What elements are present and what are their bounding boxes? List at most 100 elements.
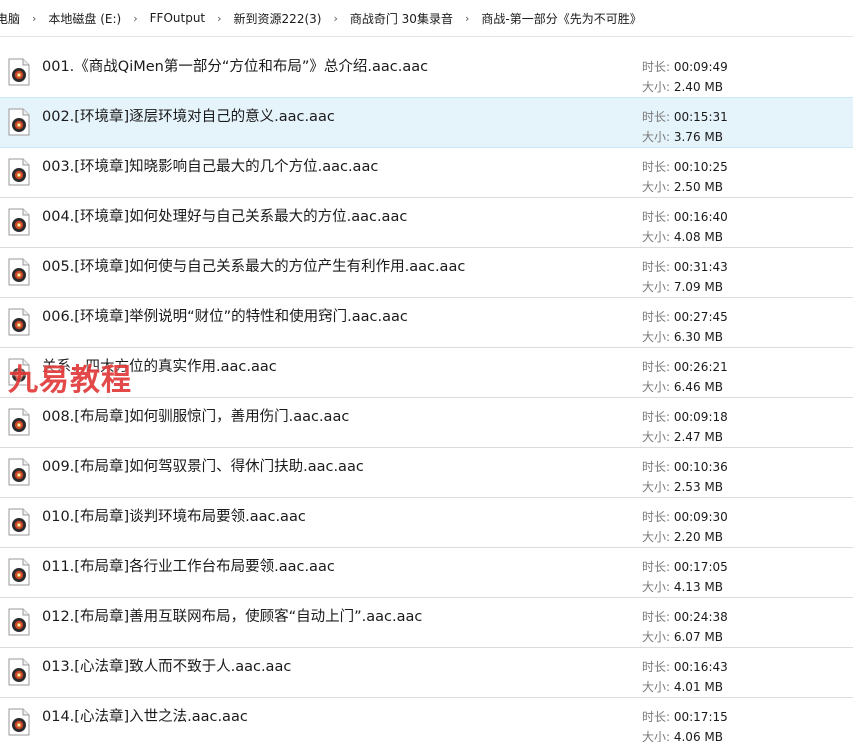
breadcrumb-chevron-icon[interactable]: › [125, 12, 145, 25]
breadcrumb: 电脑›本地磁盘 (E:)›FFOutput›新到资源222(3)›商战奇门 30… [0, 0, 853, 37]
duration-value: 00:09:18 [673, 410, 728, 424]
file-row[interactable]: 008.[布局章]如何驯服惊门，善用伤门.aac.aac 时长: 00:09:1… [0, 398, 853, 448]
file-size: 大小: 4.01 MB [642, 678, 723, 695]
duration-label: 时长: [642, 210, 674, 224]
duration: 时长: 00:16:43 [642, 658, 728, 675]
duration-value: 00:26:21 [673, 360, 728, 374]
duration-label: 时长: [642, 610, 674, 624]
breadcrumb-chevron-icon[interactable]: › [325, 12, 345, 25]
breadcrumb-chevron-icon[interactable]: › [24, 12, 44, 25]
duration: 时长: 00:17:05 [642, 558, 728, 575]
size-value: 4.08 MB [673, 230, 723, 244]
duration-value: 00:31:43 [673, 260, 728, 274]
size-value: 4.13 MB [673, 580, 723, 594]
file-row[interactable]: 001.《商战QiMen第一部分“方位和布局”》总介绍.aac.aac 时长: … [0, 48, 853, 98]
file-size: 大小: 7.09 MB [642, 278, 723, 295]
breadcrumb-item[interactable]: 商战奇门 30集录音 [346, 10, 457, 27]
file-list: 001.《商战QiMen第一部分“方位和布局”》总介绍.aac.aac 时长: … [0, 48, 853, 742]
file-size: 大小: 4.13 MB [642, 578, 723, 595]
duration-value: 00:24:38 [673, 610, 728, 624]
file-name: 002.[环境章]逐层环境对自己的意义.aac.aac [42, 109, 335, 125]
breadcrumb-chevron-icon[interactable]: › [457, 12, 477, 25]
file-size: 大小: 6.07 MB [642, 628, 723, 645]
duration: 时长: 00:09:49 [642, 58, 728, 75]
duration-value: 00:17:05 [673, 560, 728, 574]
file-name: 005.[环境章]如何使与自己关系最大的方位产生有利作用.aac.aac [42, 259, 466, 275]
file-row[interactable]: 014.[心法章]入世之法.aac.aac 时长: 00:17:15 大小: 4… [0, 698, 853, 742]
duration-label: 时长: [642, 410, 674, 424]
duration: 时长: 00:09:30 [642, 508, 728, 525]
file-size: 大小: 3.76 MB [642, 128, 723, 145]
duration: 时长: 00:16:40 [642, 208, 728, 225]
file-size: 大小: 4.06 MB [642, 728, 723, 742]
file-row[interactable]: 011.[布局章]各行业工作台布局要领.aac.aac 时长: 00:17:05… [0, 548, 853, 598]
audio-file-icon [8, 508, 30, 536]
size-value: 7.09 MB [673, 280, 723, 294]
size-label: 大小: [642, 330, 674, 344]
file-name: 009.[布局章]如何驾驭景门、得休门扶助.aac.aac [42, 459, 364, 475]
duration: 时长: 00:17:15 [642, 708, 728, 725]
breadcrumb-chevron-icon[interactable]: › [209, 12, 229, 25]
file-name: 011.[布局章]各行业工作台布局要领.aac.aac [42, 559, 335, 575]
duration: 时长: 00:09:18 [642, 408, 728, 425]
size-value: 4.06 MB [673, 730, 723, 742]
duration-value: 00:10:36 [673, 460, 728, 474]
file-size: 大小: 6.30 MB [642, 328, 723, 345]
duration-label: 时长: [642, 460, 674, 474]
size-value: 3.76 MB [673, 130, 723, 144]
size-label: 大小: [642, 530, 674, 544]
file-row[interactable]: 关系、四大方位的真实作用.aac.aac 时长: 00:26:21 大小: 6.… [0, 348, 853, 398]
size-label: 大小: [642, 280, 674, 294]
size-label: 大小: [642, 380, 674, 394]
size-value: 6.46 MB [673, 380, 723, 394]
duration: 时长: 00:15:31 [642, 108, 728, 125]
audio-file-icon [8, 58, 30, 86]
breadcrumb-item[interactable]: 商战-第一部分《先为不可胜》 [477, 10, 645, 27]
size-value: 2.50 MB [673, 180, 723, 194]
file-name: 008.[布局章]如何驯服惊门，善用伤门.aac.aac [42, 409, 350, 425]
audio-file-icon [8, 458, 30, 486]
file-size: 大小: 6.46 MB [642, 378, 723, 395]
breadcrumb-item[interactable]: 本地磁盘 (E:) [44, 10, 125, 27]
size-label: 大小: [642, 130, 674, 144]
breadcrumb-item[interactable]: FFOutput [146, 11, 210, 25]
file-row[interactable]: 004.[环境章]如何处理好与自己关系最大的方位.aac.aac 时长: 00:… [0, 198, 853, 248]
file-name: 010.[布局章]谈判环境布局要领.aac.aac [42, 509, 306, 525]
file-row[interactable]: 012.[布局章]善用互联网布局，使顾客“自动上门”.aac.aac 时长: 0… [0, 598, 853, 648]
duration-value: 00:16:40 [673, 210, 728, 224]
file-row[interactable]: 006.[环境章]举例说明“财位”的特性和使用窍门.aac.aac 时长: 00… [0, 298, 853, 348]
duration-label: 时长: [642, 660, 674, 674]
file-row[interactable]: 009.[布局章]如何驾驭景门、得休门扶助.aac.aac 时长: 00:10:… [0, 448, 853, 498]
file-row[interactable]: 002.[环境章]逐层环境对自己的意义.aac.aac 时长: 00:15:31… [0, 97, 853, 148]
size-label: 大小: [642, 180, 674, 194]
duration-label: 时长: [642, 110, 674, 124]
size-value: 2.20 MB [673, 530, 723, 544]
duration-value: 00:09:49 [673, 60, 728, 74]
size-value: 6.07 MB [673, 630, 723, 644]
duration-value: 00:16:43 [673, 660, 728, 674]
duration-label: 时长: [642, 310, 674, 324]
breadcrumb-item[interactable]: 电脑 [0, 10, 24, 27]
duration: 时长: 00:10:36 [642, 458, 728, 475]
duration-label: 时长: [642, 60, 674, 74]
file-name: 014.[心法章]入世之法.aac.aac [42, 709, 248, 725]
duration-value: 00:27:45 [673, 310, 728, 324]
size-label: 大小: [642, 430, 674, 444]
audio-file-icon [8, 158, 30, 186]
duration-value: 00:10:25 [673, 160, 728, 174]
file-row[interactable]: 005.[环境章]如何使与自己关系最大的方位产生有利作用.aac.aac 时长:… [0, 248, 853, 298]
size-label: 大小: [642, 80, 674, 94]
duration-value: 00:09:30 [673, 510, 728, 524]
file-row[interactable]: 003.[环境章]知晓影响自己最大的几个方位.aac.aac 时长: 00:10… [0, 148, 853, 198]
audio-file-icon [8, 558, 30, 586]
file-size: 大小: 2.40 MB [642, 78, 723, 95]
duration-label: 时长: [642, 260, 674, 274]
duration: 时长: 00:27:45 [642, 308, 728, 325]
file-row[interactable]: 013.[心法章]致人而不致于人.aac.aac 时长: 00:16:43 大小… [0, 648, 853, 698]
file-name: 关系、四大方位的真实作用.aac.aac [42, 359, 277, 375]
size-label: 大小: [642, 480, 674, 494]
size-label: 大小: [642, 630, 674, 644]
size-value: 6.30 MB [673, 330, 723, 344]
breadcrumb-item[interactable]: 新到资源222(3) [230, 10, 326, 27]
file-row[interactable]: 010.[布局章]谈判环境布局要领.aac.aac 时长: 00:09:30 大… [0, 498, 853, 548]
